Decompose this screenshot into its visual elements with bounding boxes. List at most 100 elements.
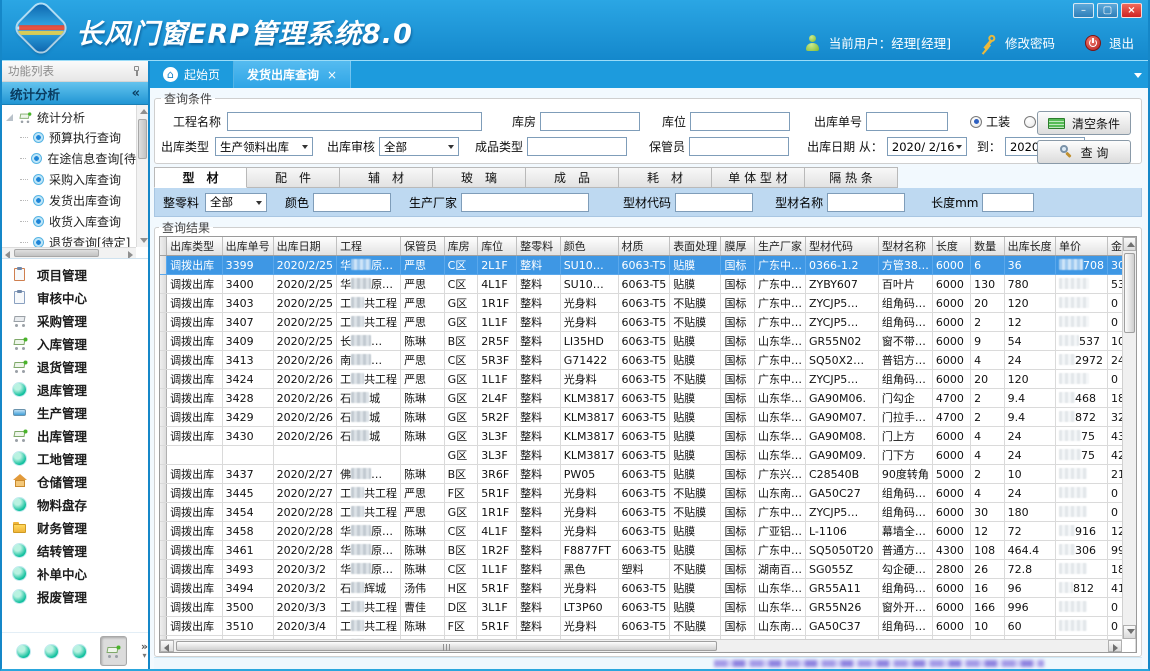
- table-row[interactable]: 调拨出库34282020/2/26石城陈琳G区2L4F整料KLM38176063…: [160, 389, 1136, 408]
- sidebar-item-仓储管理[interactable]: 仓储管理: [2, 470, 148, 493]
- column-header-型材名称[interactable]: 型材名称: [878, 237, 932, 256]
- grid-vertical-scrollbar[interactable]: [1122, 237, 1136, 639]
- table-row[interactable]: 调拨出库34032020/2/25工共工程严思G区1R1F整料光身料6063-T…: [160, 294, 1136, 313]
- scroll-left-icon[interactable]: [5, 251, 10, 259]
- maximize-button[interactable]: ▢: [1097, 3, 1118, 18]
- tab-home[interactable]: ⌂ 起始页: [150, 61, 234, 88]
- material-tab-耗材[interactable]: 耗 材: [619, 167, 712, 188]
- sidebar-item-入库管理[interactable]: 入库管理: [2, 332, 148, 355]
- tab-close-icon[interactable]: ×: [327, 68, 337, 82]
- material-tab-玻璃[interactable]: 玻 璃: [433, 167, 526, 188]
- column-header-生产厂家[interactable]: 生产厂家: [755, 237, 806, 256]
- collapse-icon[interactable]: «: [132, 86, 140, 101]
- table-row[interactable]: 调拨出库35102020/3/4工共工程陈琳F区5R1F整料光身料6063-T5…: [160, 617, 1136, 636]
- order-no-input[interactable]: [866, 112, 948, 131]
- table-row[interactable]: 调拨出库33992020/2/25华原…严思C区2L1F整料SU10…6063-…: [160, 256, 1136, 275]
- column-header-表面处理[interactable]: 表面处理: [670, 237, 721, 256]
- table-row[interactable]: 调拨出库34932020/3/2华原…陈琳C区1L1F整料黑色塑料不贴膜国标湖南…: [160, 560, 1136, 579]
- column-header-保管员[interactable]: 保管员: [401, 237, 445, 256]
- tab-shipping-outbound-query[interactable]: 发货出库查询 ×: [234, 61, 351, 88]
- color-input[interactable]: [313, 193, 391, 212]
- table-row[interactable]: 调拨出库34582020/2/28华原…陈琳C区4L1F整料光身料6063-T5…: [160, 522, 1136, 541]
- minimize-button[interactable]: –: [1073, 3, 1094, 18]
- material-tab-单体型材[interactable]: 单 体 型 材: [712, 167, 805, 188]
- tree-item[interactable]: 发货出库查询: [6, 190, 136, 211]
- clear-conditions-button[interactable]: 清空条件: [1037, 111, 1131, 135]
- close-button[interactable]: ×: [1121, 3, 1142, 18]
- sidebar-item-物料盘存[interactable]: 物料盘存: [2, 493, 148, 516]
- warehouse-input[interactable]: [540, 112, 640, 131]
- scroll-left-button[interactable]: [160, 640, 174, 652]
- tree-item[interactable]: 预算执行查询: [6, 127, 136, 148]
- grid-horizontal-scrollbar[interactable]: [160, 639, 1122, 652]
- tree-item[interactable]: 退货查询[待定]: [6, 232, 136, 247]
- column-header-长度[interactable]: 长度: [932, 237, 970, 256]
- sidebar-item-补单中心[interactable]: 补单中心: [2, 562, 148, 585]
- sidebar-item-审核中心[interactable]: 审核中心: [2, 286, 148, 309]
- scroll-up-button[interactable]: [1123, 237, 1136, 251]
- toolbar-more-button[interactable]: »▾: [141, 642, 148, 660]
- sidebar-item-报废管理[interactable]: 报废管理: [2, 585, 148, 608]
- table-row[interactable]: 调拨出库34292020/2/26石城陈琳G区5R2F整料KLM38176063…: [160, 408, 1136, 427]
- table-row[interactable]: 调拨出库34372020/2/27佛…陈琳B区3R6F整料PW056063-T5…: [160, 465, 1136, 484]
- scroll-down-button[interactable]: [1123, 625, 1136, 639]
- table-row[interactable]: 调拨出库34242020/2/26工共工程严思G区1L1F整料光身料6063-T…: [160, 370, 1136, 389]
- material-tab-配件[interactable]: 配 件: [247, 167, 340, 188]
- column-header-数量[interactable]: 数量: [971, 237, 1005, 256]
- tree-horizontal-scrollbar[interactable]: [2, 247, 136, 258]
- industrial-radio[interactable]: [970, 116, 982, 128]
- material-tab-型材[interactable]: 型 材: [154, 167, 247, 188]
- home-decor-radio[interactable]: [1024, 116, 1036, 128]
- column-header-颜色[interactable]: 颜色: [560, 237, 618, 256]
- toolbar-ball-icon[interactable]: [16, 644, 32, 659]
- column-header-出库单号[interactable]: 出库单号: [222, 237, 273, 256]
- table-row[interactable]: 调拨出库35002020/3/3工共工程曹佳D区3L1F整料LT3P606063…: [160, 598, 1136, 617]
- whole-piece-select[interactable]: 全部: [205, 193, 267, 212]
- product-type-input[interactable]: [527, 137, 627, 156]
- sidebar-item-出库管理[interactable]: 出库管理: [2, 424, 148, 447]
- table-row[interactable]: G区3L3F整料KLM38176063-T5贴膜国标山东华…GA90M09.门下…: [160, 446, 1136, 465]
- pin-icon[interactable]: [132, 66, 142, 77]
- column-header-出库类型[interactable]: 出库类型: [167, 237, 223, 256]
- column-header-工程[interactable]: 工程: [337, 237, 401, 256]
- table-row[interactable]: 调拨出库34302020/2/26石城陈琳G区3L3F整料KLM38176063…: [160, 427, 1136, 446]
- sidebar-item-结转管理[interactable]: 结转管理: [2, 539, 148, 562]
- scrollbar-thumb[interactable]: [14, 249, 99, 257]
- length-input[interactable]: [982, 193, 1034, 212]
- scroll-right-button[interactable]: [1108, 640, 1122, 652]
- industrial-radio-label[interactable]: 工装: [986, 113, 1010, 130]
- column-header-出库日期[interactable]: 出库日期: [273, 237, 336, 256]
- tree-item[interactable]: 收货入库查询: [6, 211, 136, 232]
- column-header-出库长度[interactable]: 出库长度: [1004, 237, 1055, 256]
- profile-name-input[interactable]: [827, 193, 905, 212]
- table-row[interactable]: 调拨出库34542020/2/28工共工程严思G区1R1F整料光身料6063-T…: [160, 503, 1136, 522]
- column-header-膜厚[interactable]: 膜厚: [721, 237, 755, 256]
- scroll-down-icon[interactable]: [140, 238, 148, 243]
- material-tab-辅材[interactable]: 辅 材: [340, 167, 433, 188]
- tree-item[interactable]: 在途信息查询[待: [6, 148, 136, 169]
- table-row[interactable]: 调拨出库34092020/2/25长…陈琳B区2R5F整料LI35HD6063-…: [160, 332, 1136, 351]
- scroll-right-icon[interactable]: [128, 251, 133, 259]
- tab-list-dropdown-icon[interactable]: [1134, 73, 1142, 78]
- date-from-select[interactable]: 2020/ 2/16: [887, 137, 967, 156]
- project-name-input[interactable]: [227, 112, 482, 131]
- material-tab-成品[interactable]: 成 品: [526, 167, 619, 188]
- keeper-input[interactable]: [689, 137, 789, 156]
- table-row[interactable]: 调拨出库34942020/3/2石辉城汤伟H区5R1F整料光身料6063-T5贴…: [160, 579, 1136, 598]
- column-header-单价[interactable]: 单价: [1055, 237, 1107, 256]
- column-header-型材代码[interactable]: 型材代码: [806, 237, 879, 256]
- sidebar-item-采购管理[interactable]: 采购管理: [2, 309, 148, 332]
- logout-link[interactable]: 退出: [1109, 33, 1134, 52]
- tree-item[interactable]: 采购入库查询: [6, 169, 136, 190]
- table-row[interactable]: 调拨出库34072020/2/25工共工程严思G区1L1F整料光身料6063-T…: [160, 313, 1136, 332]
- change-password-link[interactable]: 修改密码: [1005, 33, 1055, 52]
- sidebar-item-退库管理[interactable]: 退库管理: [2, 378, 148, 401]
- column-header-整零料[interactable]: 整零料: [517, 237, 561, 256]
- tree-root-node[interactable]: 统计分析: [6, 107, 136, 127]
- toolbar-ball-icon[interactable]: [44, 644, 60, 659]
- column-header-库位[interactable]: 库位: [478, 237, 517, 256]
- profile-code-input[interactable]: [675, 193, 753, 212]
- location-input[interactable]: [690, 112, 790, 131]
- column-header-库房[interactable]: 库房: [444, 237, 478, 256]
- scrollbar-thumb[interactable]: [176, 641, 717, 651]
